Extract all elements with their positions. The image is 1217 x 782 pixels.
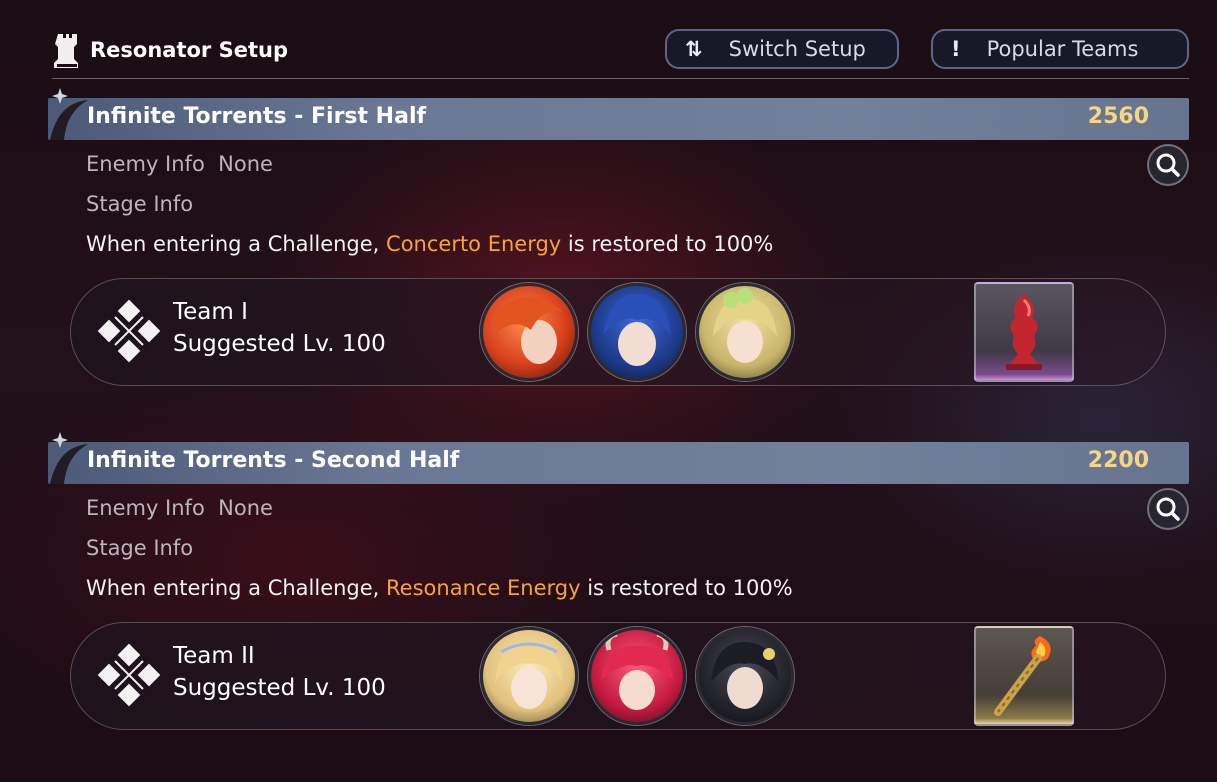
- portrait-blonde-elf[interactable]: [480, 627, 578, 725]
- exclamation-icon: !: [951, 37, 961, 61]
- popular-teams-label: Popular Teams: [986, 37, 1139, 61]
- stage-banner: Infinite Torrents - First Half 2560: [48, 88, 1189, 140]
- enemy-search-button[interactable]: [1147, 488, 1189, 530]
- enemy-info-label: Enemy Info: [86, 152, 205, 176]
- stage-info-label: Stage Info: [86, 192, 193, 216]
- stage-banner: Infinite Torrents - Second Half 2200: [48, 432, 1189, 484]
- red-chess-piece-icon: [1006, 294, 1042, 370]
- team-name: Team II: [173, 643, 255, 669]
- stage-info-suffix: is restored to 100%: [580, 576, 793, 600]
- portrait-blue-hair[interactable]: [588, 283, 686, 381]
- rook-icon: [54, 34, 78, 68]
- enemy-info: Enemy Info None: [86, 496, 273, 520]
- stage-info-label: Stage Info: [86, 536, 193, 560]
- portrait-black-hair[interactable]: [696, 627, 794, 725]
- team-name: Team I: [173, 299, 248, 325]
- team-emblem-icon: [97, 299, 161, 363]
- portrait-blonde-flower[interactable]: [696, 283, 794, 381]
- stage-score: 2200: [1087, 448, 1149, 473]
- stage-info-prefix: When entering a Challenge,: [86, 232, 387, 256]
- enemy-info-label: Enemy Info: [86, 496, 205, 520]
- stage-info-text: When entering a Challenge, Resonance Ene…: [86, 576, 793, 600]
- popular-teams-button[interactable]: ! Popular Teams: [931, 29, 1189, 69]
- flaming-torch-icon: [994, 636, 1051, 716]
- stage-title: Infinite Torrents - First Half: [87, 104, 427, 129]
- team-suggested-level: Suggested Lv. 100: [173, 675, 386, 701]
- header-divider: [52, 78, 1189, 79]
- magnifier-icon: [1156, 497, 1180, 521]
- team-bar-team-1[interactable]: Team I Suggested Lv. 100: [70, 278, 1166, 386]
- team-bar-team-2[interactable]: Team II Suggested Lv. 100: [70, 622, 1166, 730]
- enemy-info-value: None: [218, 152, 273, 176]
- stage-info-highlight: Concerto Energy: [386, 232, 562, 256]
- title-group: Resonator Setup: [52, 24, 288, 76]
- portrait-red-horns[interactable]: [588, 627, 686, 725]
- enemy-search-button[interactable]: [1147, 144, 1189, 186]
- team-suggested-level: Suggested Lv. 100: [173, 331, 386, 357]
- swap-arrows-icon: ⇅: [685, 37, 703, 61]
- stage-info-highlight: Resonance Energy: [386, 576, 581, 600]
- stage-info-label-text: Stage Info: [86, 536, 194, 560]
- page-title: Resonator Setup: [90, 38, 288, 62]
- stage-info-text: When entering a Challenge, Concerto Ener…: [86, 232, 773, 256]
- stage-title: Infinite Torrents - Second Half: [87, 448, 460, 473]
- team-item-slot[interactable]: [974, 626, 1074, 726]
- switch-setup-label: Switch Setup: [728, 37, 866, 61]
- enemy-info-value: None: [218, 496, 273, 520]
- switch-setup-button[interactable]: ⇅ Switch Setup: [665, 29, 899, 69]
- stage-info-label-text: Stage Info: [86, 192, 194, 216]
- header: Resonator Setup ⇅ Switch Setup ! Popular…: [52, 24, 1189, 78]
- magnifier-icon: [1156, 153, 1180, 177]
- team-emblem-icon: [97, 643, 161, 707]
- enemy-info: Enemy Info None: [86, 152, 273, 176]
- team-item-slot[interactable]: [974, 282, 1074, 382]
- stage-info-suffix: is restored to 100%: [561, 232, 774, 256]
- portrait-red-hair[interactable]: [480, 283, 578, 381]
- stage-score: 2560: [1087, 104, 1149, 129]
- stage-info-prefix: When entering a Challenge,: [86, 576, 387, 600]
